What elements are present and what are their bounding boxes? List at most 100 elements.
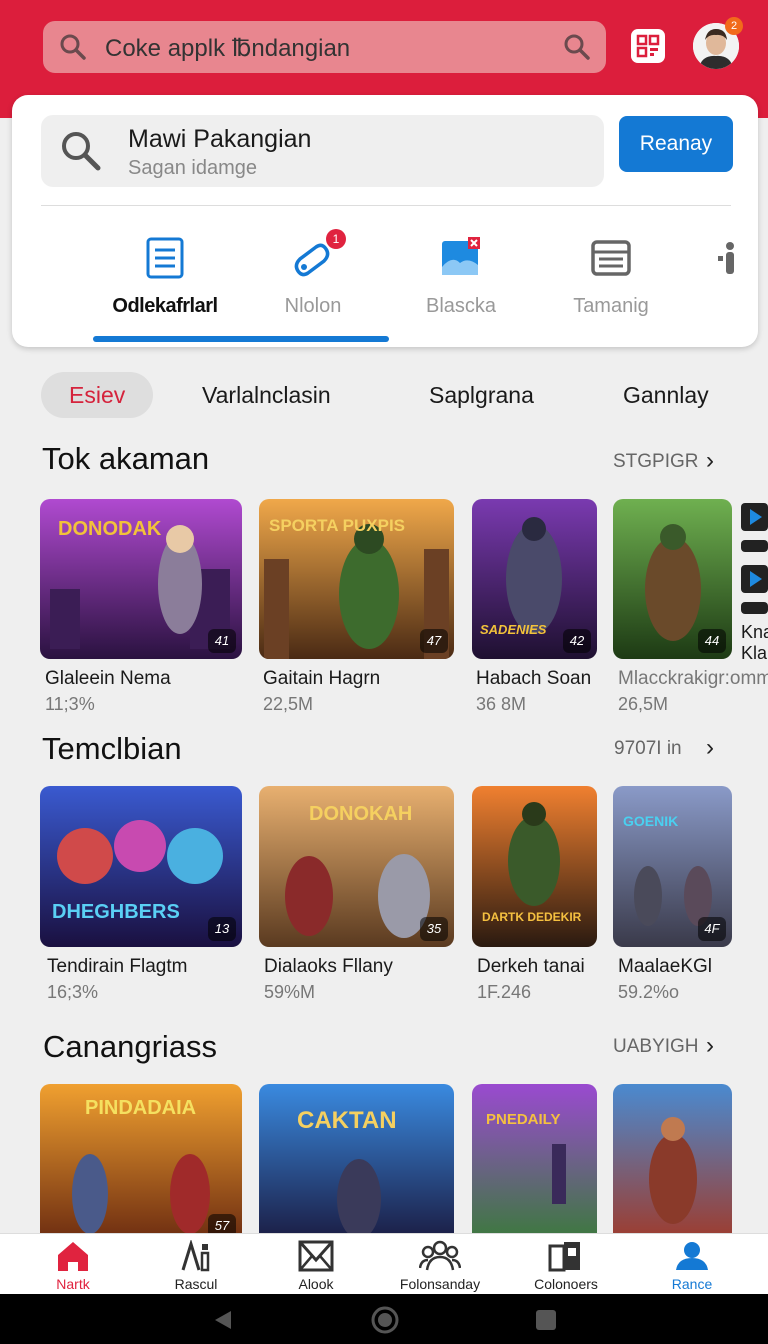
search-icon bbox=[60, 34, 86, 60]
game-size: 1F.246 bbox=[477, 982, 532, 1002]
game-name: Derkeh tanai bbox=[477, 956, 585, 977]
game-size: 22,5M bbox=[263, 694, 314, 714]
nav-people[interactable]: Folonsanday bbox=[376, 1234, 504, 1295]
game-size: 59%M bbox=[264, 982, 316, 1002]
game-tile[interactable]: SADENIES 42 bbox=[472, 499, 597, 659]
section-title: Canangriass bbox=[43, 1029, 218, 1064]
divider bbox=[41, 205, 731, 206]
chip-filter-2[interactable]: Saplgrana bbox=[429, 372, 534, 418]
qr-code-icon bbox=[636, 34, 660, 58]
game-name: Gaitain Hagrn bbox=[263, 668, 381, 689]
game-tile[interactable]: DHEGHBERS 13 bbox=[40, 786, 242, 947]
game-tile[interactable]: PINDADAIA 57 bbox=[40, 1084, 242, 1244]
main-search-field[interactable]: Mawi Pakangian Sagan idamge bbox=[41, 115, 604, 187]
section-title: Tok akaman bbox=[42, 441, 210, 476]
side-bar-icon bbox=[741, 602, 768, 614]
game-cover-art bbox=[613, 1084, 732, 1244]
tab-files[interactable]: Tamanig bbox=[536, 235, 686, 318]
nav-library[interactable]: Colonoers bbox=[502, 1234, 630, 1295]
side-play-icon[interactable] bbox=[741, 565, 768, 593]
game-name: Glaleein Nema bbox=[45, 668, 171, 689]
cover-title: CAKTAN bbox=[297, 1107, 397, 1134]
side-bar-icon bbox=[741, 540, 768, 552]
tab-label: Blascka bbox=[425, 295, 497, 317]
side-peek-text: Kna bbox=[741, 622, 768, 642]
tab-games[interactable]: 1 Nlolon bbox=[238, 229, 388, 318]
chevron-right-icon[interactable]: › bbox=[706, 447, 714, 475]
cover-title: DONOKAH bbox=[309, 803, 412, 825]
home-icon bbox=[58, 1242, 88, 1271]
tile-badge: 47 bbox=[420, 629, 448, 653]
cover-title: DARTK DEDEKIR bbox=[482, 910, 582, 924]
recents-icon[interactable] bbox=[535, 1309, 557, 1331]
game-size: 59.2%o bbox=[618, 982, 680, 1002]
game-cover-art: CAKTAN bbox=[259, 1084, 454, 1244]
tab-documents[interactable]: Odlekafrlarl bbox=[90, 235, 240, 318]
chevron-right-icon[interactable]: › bbox=[706, 1032, 714, 1060]
image-icon bbox=[442, 237, 480, 275]
folder-icon bbox=[591, 240, 631, 276]
qr-code-button[interactable] bbox=[631, 29, 665, 63]
nav-mail[interactable]: Alook bbox=[252, 1234, 380, 1295]
cover-title: PNEDAILY bbox=[486, 1111, 560, 1128]
section-see-all[interactable]: UABYIGH bbox=[613, 1036, 699, 1058]
game-tile[interactable]: SPORTA PUXPIS 47 bbox=[259, 499, 454, 659]
chevron-right-icon[interactable]: › bbox=[706, 734, 714, 762]
game-tile[interactable]: PNEDAILY bbox=[472, 1084, 597, 1244]
game-size: 11;3% bbox=[45, 694, 95, 714]
active-tab-indicator bbox=[93, 336, 389, 342]
game-size: 36 8M bbox=[476, 694, 527, 714]
more-tabs-icon[interactable] bbox=[716, 240, 738, 280]
game-tile[interactable]: CAKTAN bbox=[259, 1084, 454, 1244]
library-icon bbox=[548, 1242, 580, 1272]
tile-badge: 4F bbox=[698, 917, 726, 941]
profile-icon bbox=[676, 1242, 708, 1270]
game-name: Tendirain Flagtm bbox=[47, 956, 188, 977]
game-name: MaalaeKGl bbox=[618, 956, 712, 977]
search-icon bbox=[62, 132, 101, 171]
chip-filter-1[interactable]: Varlalnclasin bbox=[202, 372, 331, 418]
game-tile[interactable]: DONOKAH 35 bbox=[259, 786, 454, 947]
nav-label: Alook bbox=[298, 1276, 334, 1292]
home-button-icon[interactable] bbox=[370, 1305, 400, 1335]
tab-images[interactable]: Blascka bbox=[386, 235, 536, 318]
section-see-all[interactable]: 9707I in bbox=[614, 738, 682, 760]
game-name: Habach Soan bbox=[476, 668, 592, 689]
side-play-icon[interactable] bbox=[741, 503, 768, 531]
tile-badge: 44 bbox=[698, 629, 726, 653]
chip-filter-0[interactable]: Esiev bbox=[41, 372, 154, 418]
tab-label: Odlekafrlarl bbox=[112, 295, 218, 317]
top-search-bar[interactable]: Coke applk ℔ndangian bbox=[43, 21, 606, 73]
game-tile[interactable]: GOENIK 4F bbox=[613, 786, 732, 947]
tab-label: Tamanig bbox=[573, 295, 649, 317]
search-submit-button[interactable]: Reanay bbox=[619, 116, 733, 172]
side-peek-text: Kla bbox=[741, 643, 768, 663]
section-see-all[interactable]: STGPIGR bbox=[613, 451, 699, 473]
nav-home[interactable]: Nartk bbox=[9, 1234, 137, 1295]
cover-title: DHEGHBERS bbox=[52, 901, 180, 923]
bottom-navigation: Nartk Rascul Alook Folonsanday Colonoers… bbox=[0, 1233, 768, 1294]
play-icon bbox=[750, 571, 762, 587]
game-cover-art: DARTK DEDEKIR bbox=[472, 786, 597, 947]
chip-filter-3[interactable]: Gannlay bbox=[623, 372, 709, 418]
cover-title: GOENIK bbox=[623, 813, 678, 829]
top-search-text: Coke applk ℔ndangian bbox=[105, 35, 351, 62]
game-tile[interactable]: DONODAK 41 bbox=[40, 499, 242, 659]
game-name: Dialaoks Fllany bbox=[264, 956, 393, 977]
info-icon bbox=[181, 1240, 210, 1272]
nav-info[interactable]: Rascul bbox=[132, 1234, 260, 1295]
game-tile[interactable]: DARTK DEDEKIR bbox=[472, 786, 597, 947]
game-tile[interactable] bbox=[613, 1084, 732, 1244]
nav-label: Folonsanday bbox=[399, 1276, 481, 1292]
nav-profile[interactable]: Rance bbox=[628, 1234, 756, 1295]
cover-title: DONODAK bbox=[58, 518, 162, 540]
tab-badge: 1 bbox=[326, 229, 346, 249]
search-placeholder: Sagan idamge bbox=[128, 157, 257, 179]
people-icon bbox=[419, 1240, 461, 1271]
game-size: 16;3% bbox=[47, 982, 99, 1002]
game-cover-art: PNEDAILY bbox=[472, 1084, 597, 1244]
back-icon[interactable] bbox=[212, 1309, 234, 1331]
nav-label: Nartk bbox=[56, 1276, 90, 1292]
search-icon[interactable] bbox=[563, 33, 591, 61]
game-tile[interactable]: 44 bbox=[613, 499, 732, 659]
